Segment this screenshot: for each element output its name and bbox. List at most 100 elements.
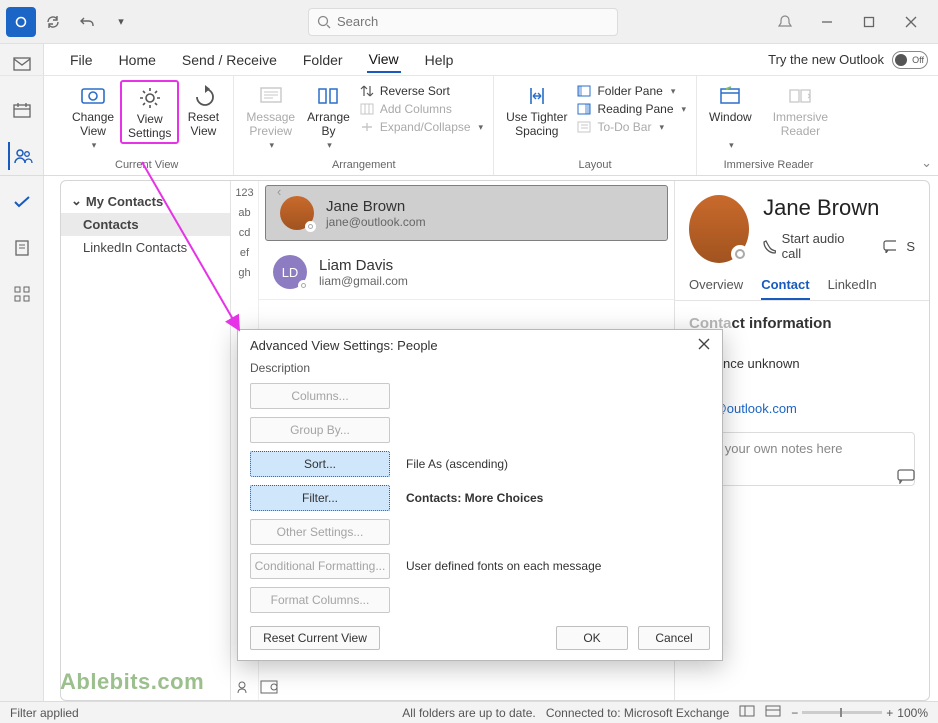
alpha-cd[interactable]: cd [239,227,251,239]
filter-value: Contacts: More Choices [406,491,543,505]
try-new-outlook-label: Try the new Outlook [768,52,884,67]
folder-pane-button[interactable]: Folder Pane▾ [577,84,686,98]
todo-bar-button: To-Do Bar▾ [577,120,686,134]
avatar-large [689,195,749,263]
reverse-sort-button[interactable]: Reverse Sort [360,84,483,98]
phone-icon [763,239,775,254]
menu-home[interactable]: Home [117,48,158,72]
menu-help[interactable]: Help [423,48,456,72]
ribbon-group-current-view: Current View [115,159,178,173]
presence-icon [298,280,309,291]
layout-reading-icon[interactable] [765,705,781,720]
menu-send-receive[interactable]: Send / Receive [180,48,279,72]
zoom-value: 100% [897,706,928,720]
tab-overview[interactable]: Overview [689,277,743,300]
close-button[interactable] [890,6,932,38]
group-by-button: Group By... [250,417,390,443]
format-columns-button: Format Columns... [250,587,390,613]
layout-normal-icon[interactable] [739,705,755,720]
tab-linkedin[interactable]: LinkedIn [828,277,877,300]
notes-icon[interactable] [8,234,36,262]
search-input[interactable]: Search [308,8,618,36]
undo-icon[interactable] [70,6,104,38]
folder-navigation: ⌄My Contacts Contacts LinkedIn Contacts [61,181,231,700]
alpha-gh[interactable]: gh [238,267,250,279]
expand-collapse-button: Expand/Collapse▾ [360,120,483,134]
start-audio-call-button[interactable]: Start audio call S [763,231,915,261]
menu-view[interactable]: View [367,47,401,73]
message-icon[interactable] [897,469,915,487]
sync-icon[interactable] [36,6,70,38]
window-button[interactable]: Window▾ [703,80,758,154]
dialog-close-button[interactable] [698,338,710,353]
ribbon-group-immersive: Immersive Reader [724,159,814,173]
status-bar: Filter applied All folders are up to dat… [0,701,938,723]
conditional-formatting-button: Conditional Formatting... [250,553,390,579]
outlook-logo-icon [6,7,36,37]
zoom-control[interactable]: −+ 100% [791,706,928,720]
sort-button[interactable]: Sort... [250,451,390,477]
contact-name: Liam Davis [319,257,408,274]
card-view-icon[interactable] [260,680,278,697]
other-settings-button: Other Settings... [250,519,390,545]
view-switcher [236,680,278,697]
nav-item-linkedin[interactable]: LinkedIn Contacts [61,236,230,259]
contact-email: liam@gmail.com [319,274,408,288]
reset-view-button[interactable]: Reset View [179,80,227,140]
view-settings-button[interactable]: View Settings [120,80,179,144]
chevron-down-icon: ⌄ [71,193,82,209]
ribbon: Change View▾ View Settings Reset View Cu… [0,76,938,176]
reading-pane-button[interactable]: Reading Pane▾ [577,102,686,116]
arrange-by-button[interactable]: Arrange By▾ [301,80,356,154]
message-preview-button: Message Preview▾ [240,80,301,154]
try-new-outlook: Try the new Outlook Off [768,51,928,69]
collapse-nav-icon[interactable]: ‹ [277,184,281,199]
reset-current-view-button[interactable]: Reset Current View [250,626,380,650]
contact-name: Jane Brown [326,198,426,215]
alpha-ab[interactable]: ab [238,207,250,219]
try-new-outlook-toggle[interactable]: Off [892,51,928,69]
maximize-button[interactable] [848,6,890,38]
immersive-reader-button: Immersive Reader [767,80,834,140]
status-sync: All folders are up to date. [402,706,535,720]
chat-icon [883,240,896,253]
detail-name: Jane Brown [763,195,915,221]
change-view-button[interactable]: Change View▾ [66,80,120,154]
ribbon-group-layout: Layout [579,159,612,173]
nav-item-contacts[interactable]: Contacts [61,213,230,236]
presence-icon [305,221,316,232]
menu-folder[interactable]: Folder [301,48,345,72]
status-connection: Connected to: Microsoft Exchange [546,706,729,720]
sort-value: File As (ascending) [406,457,508,471]
watermark: Ablebits.com [60,669,204,695]
cancel-button[interactable]: Cancel [638,626,710,650]
filter-button[interactable]: Filter... [250,485,390,511]
alpha-ef[interactable]: ef [240,247,249,259]
search-icon [317,15,331,29]
tasks-icon[interactable] [8,188,36,216]
tab-contact[interactable]: Contact [761,277,809,300]
gear-icon [138,84,162,112]
search-placeholder: Search [337,14,378,29]
use-tighter-spacing-button[interactable]: Use Tighter Spacing [500,80,573,140]
menu-file[interactable]: File [68,48,95,72]
ok-button[interactable]: OK [556,626,628,650]
ribbon-collapse-icon[interactable]: ⌄ [921,155,932,171]
avatar [280,196,314,230]
quick-access-dropdown-icon[interactable]: ▾ [104,6,138,38]
ribbon-group-arrangement: Arrangement [332,159,396,173]
columns-button: Columns... [250,383,390,409]
contact-card[interactable]: Jane Brown jane@outlook.com [265,185,668,241]
minimize-button[interactable] [806,6,848,38]
more-apps-icon[interactable] [8,280,36,308]
detail-tabs: Overview Contact LinkedIn [675,263,929,301]
notifications-icon[interactable] [764,6,806,38]
alpha-123[interactable]: 123 [235,187,253,199]
title-bar: ▾ Search [0,0,938,44]
presence-icon [731,245,749,263]
contact-card[interactable]: LD Liam Davis liam@gmail.com [259,245,674,300]
nav-header[interactable]: ⌄My Contacts [61,189,230,213]
people-view-icon[interactable] [236,680,252,697]
conditional-formatting-value: User defined fonts on each message [406,559,601,573]
contact-email: jane@outlook.com [326,215,426,229]
